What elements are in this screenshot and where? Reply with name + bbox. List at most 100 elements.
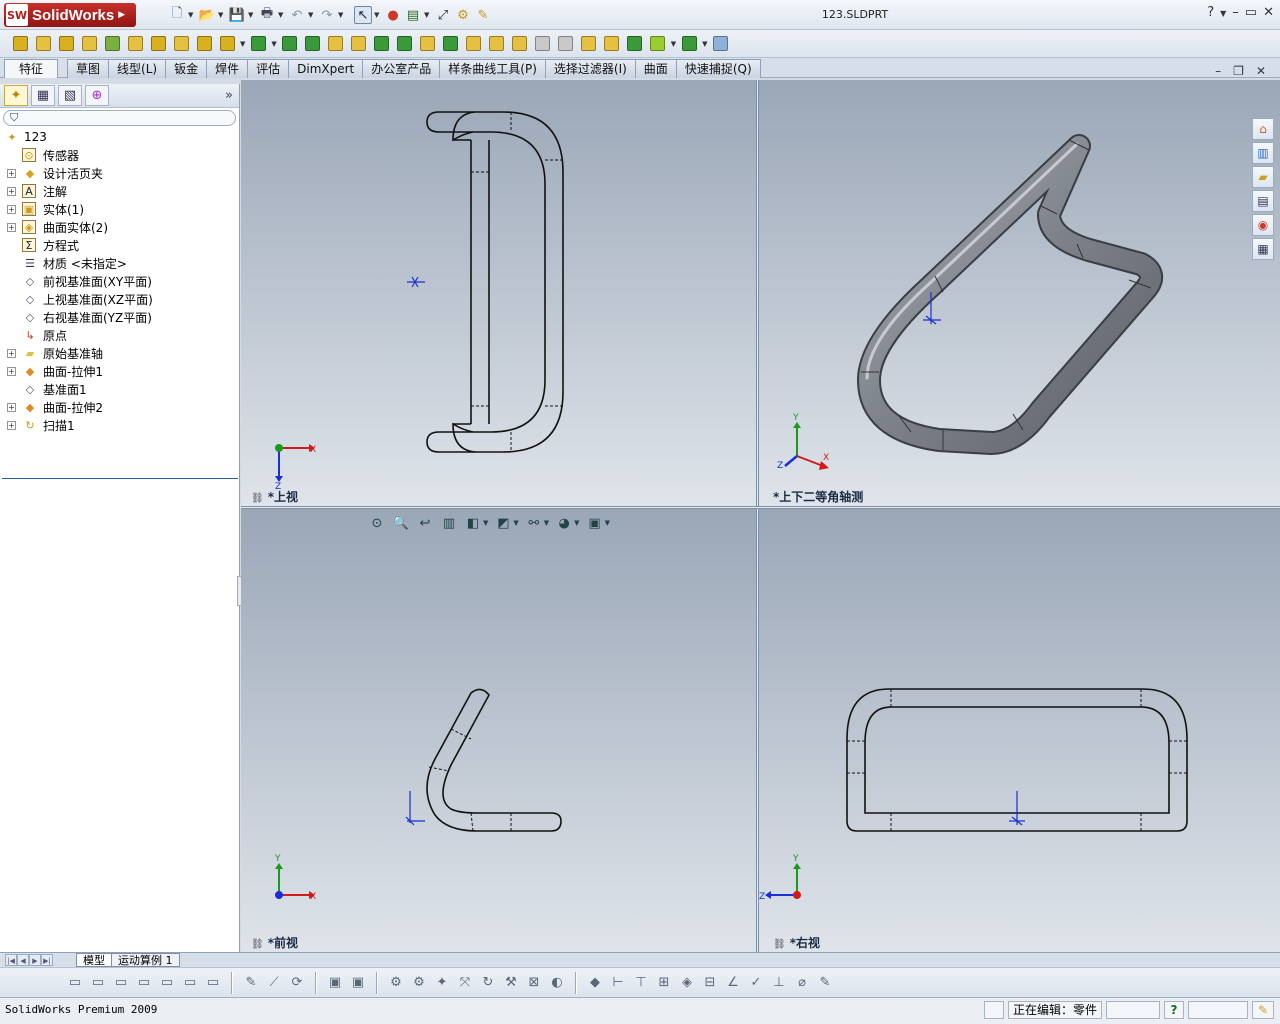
assembly-icon[interactable]: ▣	[349, 974, 367, 992]
datum-icon[interactable]: ⊥	[770, 974, 788, 992]
expand-icon[interactable]: +	[7, 222, 16, 232]
combine-icon[interactable]	[625, 34, 645, 54]
reference-geometry-icon[interactable]: ◆	[586, 974, 604, 992]
chevron-down-icon[interactable]: ▼	[671, 40, 676, 48]
help-button[interactable]: ?	[1207, 5, 1214, 20]
tree-item[interactable]: + ◆ 设计活页夹	[0, 164, 239, 182]
note-icon[interactable]: ✎	[816, 974, 834, 992]
intersect-icon[interactable]	[579, 34, 599, 54]
view-back-icon[interactable]: ▭	[89, 974, 107, 992]
link-views-icon[interactable]: ⛓	[773, 939, 786, 950]
open-folder-icon[interactable]: 📂	[198, 6, 216, 24]
baseline-icon[interactable]: ⊟	[701, 974, 719, 992]
tree-item[interactable]: ◇ 上视基准面(XZ平面)	[0, 290, 239, 308]
display-style-icon[interactable]: ◩	[494, 514, 512, 532]
undo-icon[interactable]: ↶	[288, 6, 306, 24]
zoom-to-area-icon[interactable]: 🔍	[392, 514, 410, 532]
chevron-down-icon[interactable]: ▼	[1220, 9, 1226, 20]
chevron-down-icon[interactable]: ▼	[338, 11, 346, 19]
print-icon[interactable]: 🖶	[258, 6, 276, 24]
command-tab-11[interactable]: 快速捕捉(Q)	[675, 59, 761, 78]
wrap-icon[interactable]	[349, 34, 369, 54]
quick-tips-icon[interactable]: ?	[1164, 1001, 1184, 1019]
macro-icon[interactable]: ✎	[474, 6, 492, 24]
custom-properties-tab[interactable]: ▦	[1252, 238, 1274, 260]
surface-finish-icon[interactable]: ⌀	[793, 974, 811, 992]
smart-fastener-icon[interactable]: ⚒	[502, 974, 520, 992]
view-bottom-icon[interactable]: ▭	[181, 974, 199, 992]
move-face-icon[interactable]	[533, 34, 553, 54]
mirror-icon[interactable]	[487, 34, 507, 54]
delete-face-icon[interactable]	[556, 34, 576, 54]
configuration-manager-tab[interactable]: ▧	[58, 85, 82, 106]
swept-boss-icon[interactable]	[56, 34, 76, 54]
rollback-bar[interactable]	[2, 478, 238, 479]
curve-icon[interactable]	[679, 34, 699, 54]
command-tab-1[interactable]: 草图	[67, 59, 110, 78]
new-document-icon[interactable]: 🗋	[168, 6, 186, 24]
chevron-down-icon[interactable]: ▼	[271, 40, 276, 48]
options-icon[interactable]: ⚙	[454, 6, 472, 24]
viewport-isometric[interactable]: Y X Z *上下二等角轴测	[759, 80, 1280, 506]
tree-item[interactable]: ◇ 右视基准面(YZ平面)	[0, 308, 239, 326]
file-properties-icon[interactable]: ▤	[404, 6, 422, 24]
rebuild-status-icon[interactable]: ✎	[1252, 1001, 1274, 1019]
interference-icon[interactable]: ⊠	[525, 974, 543, 992]
file-explorer-tab[interactable]: ▰	[1252, 166, 1274, 188]
tree-item[interactable]: + ◆ 曲面-拉伸1	[0, 362, 239, 380]
rotate-component-icon[interactable]: ↻	[479, 974, 497, 992]
tree-item[interactable]: + ◈ 曲面实体(2)	[0, 218, 239, 236]
redo-icon[interactable]: ↷	[318, 6, 336, 24]
rebuild-icon[interactable]: ⟳	[288, 974, 306, 992]
design-library-tab[interactable]: ▥	[1252, 142, 1274, 164]
solidworks-resources-tab[interactable]: ⌂	[1252, 118, 1274, 140]
move-component-icon[interactable]: ⤧	[456, 974, 474, 992]
dome-icon[interactable]	[372, 34, 392, 54]
deform-icon[interactable]	[441, 34, 461, 54]
appearances-tab[interactable]: ◉	[1252, 214, 1274, 236]
command-tab-4[interactable]: 焊件	[206, 59, 249, 78]
close-button[interactable]: ✕	[1263, 5, 1274, 20]
command-tab-8[interactable]: 样条曲线工具(P)	[439, 59, 546, 78]
revolved-cut-icon[interactable]	[125, 34, 145, 54]
chevron-down-icon[interactable]: ▼	[483, 519, 488, 527]
indent-icon[interactable]	[464, 34, 484, 54]
circular-pattern-icon[interactable]	[510, 34, 530, 54]
view-front-icon[interactable]: ▭	[66, 974, 84, 992]
view-right-icon[interactable]: ▭	[135, 974, 153, 992]
doc-close-button[interactable]: ✕	[1256, 64, 1266, 78]
tree-item[interactable]: ◇ 前视基准面(XY平面)	[0, 272, 239, 290]
tree-root-part[interactable]: ✦ 123	[0, 128, 239, 146]
property-manager-tab[interactable]: ▦	[31, 85, 55, 106]
lofted-boss-icon[interactable]	[79, 34, 99, 54]
doc-restore-button[interactable]: ❐	[1233, 64, 1244, 78]
angular-dim-icon[interactable]: ∠	[724, 974, 742, 992]
chevron-down-icon[interactable]: ▼	[374, 11, 382, 19]
zoom-to-fit-icon[interactable]: ⤢	[434, 6, 452, 24]
shape-icon[interactable]	[395, 34, 415, 54]
view-top-icon[interactable]: ▭	[158, 974, 176, 992]
tree-item[interactable]: + ↻ 扫描1	[0, 416, 239, 434]
command-tab-7[interactable]: 办公室产品	[362, 59, 441, 78]
select-arrow-icon[interactable]: ↖	[354, 6, 372, 24]
hide-show-items-icon[interactable]: ⚯	[525, 514, 543, 532]
weld-symbol-icon[interactable]: ✓	[747, 974, 765, 992]
view-palette-tab[interactable]: ▤	[1252, 190, 1274, 212]
expand-icon[interactable]: +	[7, 420, 16, 430]
link-views-icon[interactable]: ⛓	[251, 939, 264, 950]
expand-icon[interactable]: +	[7, 366, 16, 376]
save-icon[interactable]: 💾	[228, 6, 246, 24]
viewport-right[interactable]: Y Z ⛓ *右视	[759, 509, 1280, 952]
next-tab-icon[interactable]: ▶	[29, 954, 41, 966]
insert-component-icon[interactable]: ⚙	[410, 974, 428, 992]
last-tab-icon[interactable]: ▶|	[41, 954, 53, 966]
dimxpert-manager-tab[interactable]: ⊕	[85, 85, 109, 106]
tree-item[interactable]: ↳ 原点	[0, 326, 239, 344]
view-orientation-icon[interactable]: ◧	[464, 514, 482, 532]
explode-icon[interactable]: ✦	[433, 974, 451, 992]
expand-icon[interactable]: +	[7, 402, 16, 412]
tree-item[interactable]: + ▰ 原始基准轴	[0, 344, 239, 362]
linear-pattern-icon[interactable]	[248, 34, 268, 54]
horizontal-viewport-splitter[interactable]	[241, 506, 1280, 509]
chevron-down-icon[interactable]: ▼	[308, 11, 316, 19]
